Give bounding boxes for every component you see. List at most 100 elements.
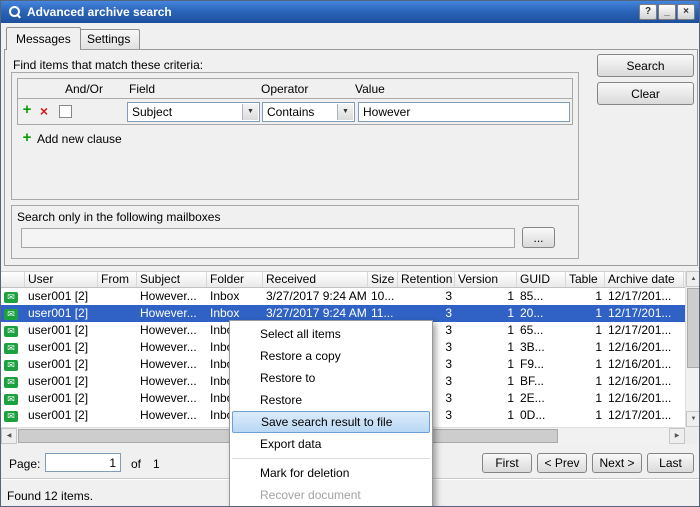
cell-archive-date: 12/16/201...: [605, 339, 684, 356]
menu-item-export-data[interactable]: Export data: [230, 433, 432, 455]
header-version[interactable]: Version: [455, 272, 517, 287]
cell-subject: However...: [137, 373, 207, 390]
page-input[interactable]: [45, 453, 121, 472]
cell-table: 1: [566, 322, 605, 339]
message-icon: ✉: [4, 360, 18, 371]
cell-version: 1: [455, 288, 517, 305]
cell-table: 1: [566, 305, 605, 322]
last-page-button[interactable]: Last: [647, 453, 694, 473]
cell-from: [98, 356, 137, 373]
vertical-scrollbar[interactable]: ▲ ▼: [685, 271, 700, 427]
next-page-button[interactable]: Next >: [592, 453, 642, 473]
cell-icon: ✉: [1, 390, 25, 407]
message-icon: ✉: [4, 309, 18, 320]
cell-retention: 3: [398, 288, 455, 305]
cell-subject: However...: [137, 356, 207, 373]
cell-from: [98, 322, 137, 339]
cell-folder: Inbox: [207, 288, 263, 305]
header-guid[interactable]: GUID: [517, 272, 566, 287]
menu-item-restore-a-copy[interactable]: Restore a copy: [230, 345, 432, 367]
menu-item-restore[interactable]: Restore: [230, 389, 432, 411]
message-icon: ✉: [4, 377, 18, 388]
cell-user: user001 [2]: [25, 305, 98, 322]
title-bar: Advanced archive search ? _ ×: [1, 1, 699, 23]
header-user[interactable]: User: [25, 272, 98, 287]
cell-version: 1: [455, 356, 517, 373]
menu-item-recover-document: Recover document: [230, 484, 432, 506]
close-button[interactable]: ×: [677, 4, 695, 20]
scroll-right-icon[interactable]: ▶: [669, 428, 685, 444]
scroll-left-icon[interactable]: ◀: [1, 428, 17, 444]
cell-from: [98, 305, 137, 322]
add-new-clause-icon[interactable]: +: [20, 129, 34, 147]
window-title: Advanced archive search: [27, 5, 172, 19]
andor-checkbox[interactable]: [59, 105, 72, 118]
cell-subject: However...: [137, 322, 207, 339]
menu-item-restore-to[interactable]: Restore to: [230, 367, 432, 389]
clear-button[interactable]: Clear: [597, 82, 694, 105]
header-received[interactable]: Received: [263, 272, 368, 287]
header-folder[interactable]: Folder: [207, 272, 263, 287]
cell-version: 1: [455, 390, 517, 407]
tab-settings[interactable]: Settings: [77, 29, 140, 49]
scroll-up-icon[interactable]: ▲: [686, 271, 700, 287]
cell-table: 1: [566, 407, 605, 424]
cell-subject: However...: [137, 305, 207, 322]
cell-subject: However...: [137, 390, 207, 407]
header-subject[interactable]: Subject: [137, 272, 207, 287]
add-clause-icon[interactable]: +: [20, 101, 34, 119]
cell-version: 1: [455, 322, 517, 339]
search-window-icon: [8, 5, 22, 19]
menu-item-save-search-result[interactable]: Save search result to file: [232, 411, 430, 433]
prev-page-button[interactable]: < Prev: [537, 453, 587, 473]
cell-received: 3/27/2017 9:24 AM: [263, 288, 368, 305]
help-button[interactable]: ?: [639, 4, 657, 20]
message-icon: ✉: [4, 394, 18, 405]
operator-select[interactable]: Contains ▼: [262, 102, 355, 122]
cell-guid: 2E...: [517, 390, 566, 407]
cell-table: 1: [566, 339, 605, 356]
cell-guid: BF...: [517, 373, 566, 390]
header-icon-column[interactable]: [1, 272, 25, 287]
menu-item-select-all[interactable]: Select all items: [230, 323, 432, 345]
first-page-button[interactable]: First: [482, 453, 532, 473]
column-field: Field: [129, 82, 155, 96]
cell-version: 1: [455, 339, 517, 356]
scroll-down-icon[interactable]: ▼: [686, 411, 700, 427]
remove-clause-icon[interactable]: ×: [37, 102, 51, 120]
page-of-label: of: [131, 457, 141, 471]
cell-table: 1: [566, 373, 605, 390]
cell-version: 1: [455, 373, 517, 390]
combo-arrow-icon[interactable]: ▼: [337, 104, 353, 120]
cell-subject: However...: [137, 407, 207, 424]
cell-icon: ✉: [1, 288, 25, 305]
cell-icon: ✉: [1, 407, 25, 424]
browse-mailboxes-button[interactable]: ...: [522, 227, 555, 248]
cell-subject: However...: [137, 339, 207, 356]
minimize-button[interactable]: _: [658, 4, 676, 20]
cell-guid: 20...: [517, 305, 566, 322]
tab-messages[interactable]: Messages: [6, 27, 81, 50]
value-input[interactable]: [358, 102, 570, 122]
cell-from: [98, 339, 137, 356]
combo-arrow-icon[interactable]: ▼: [242, 104, 258, 120]
cell-icon: ✉: [1, 322, 25, 339]
header-retention[interactable]: Retention: [398, 272, 455, 287]
mailboxes-input[interactable]: [21, 228, 515, 248]
table-row[interactable]: ✉ user001 [2] However... Inbox 3/27/2017…: [1, 288, 685, 305]
cell-icon: ✉: [1, 373, 25, 390]
search-button[interactable]: Search: [597, 54, 694, 77]
header-size[interactable]: Size: [368, 272, 398, 287]
menu-item-mark-for-deletion[interactable]: Mark for deletion: [230, 462, 432, 484]
field-select[interactable]: Subject ▼: [127, 102, 260, 122]
header-table[interactable]: Table: [566, 272, 605, 287]
scrollbar-corner: [685, 427, 700, 444]
add-new-clause-link[interactable]: Add new clause: [37, 132, 122, 146]
cell-from: [98, 373, 137, 390]
header-from[interactable]: From: [98, 272, 137, 287]
page-total: 1: [153, 457, 160, 471]
grid-header-divider: [18, 98, 572, 99]
header-archive-date[interactable]: Archive date: [605, 272, 684, 287]
vertical-scroll-thumb[interactable]: [687, 288, 700, 368]
cell-table: 1: [566, 288, 605, 305]
